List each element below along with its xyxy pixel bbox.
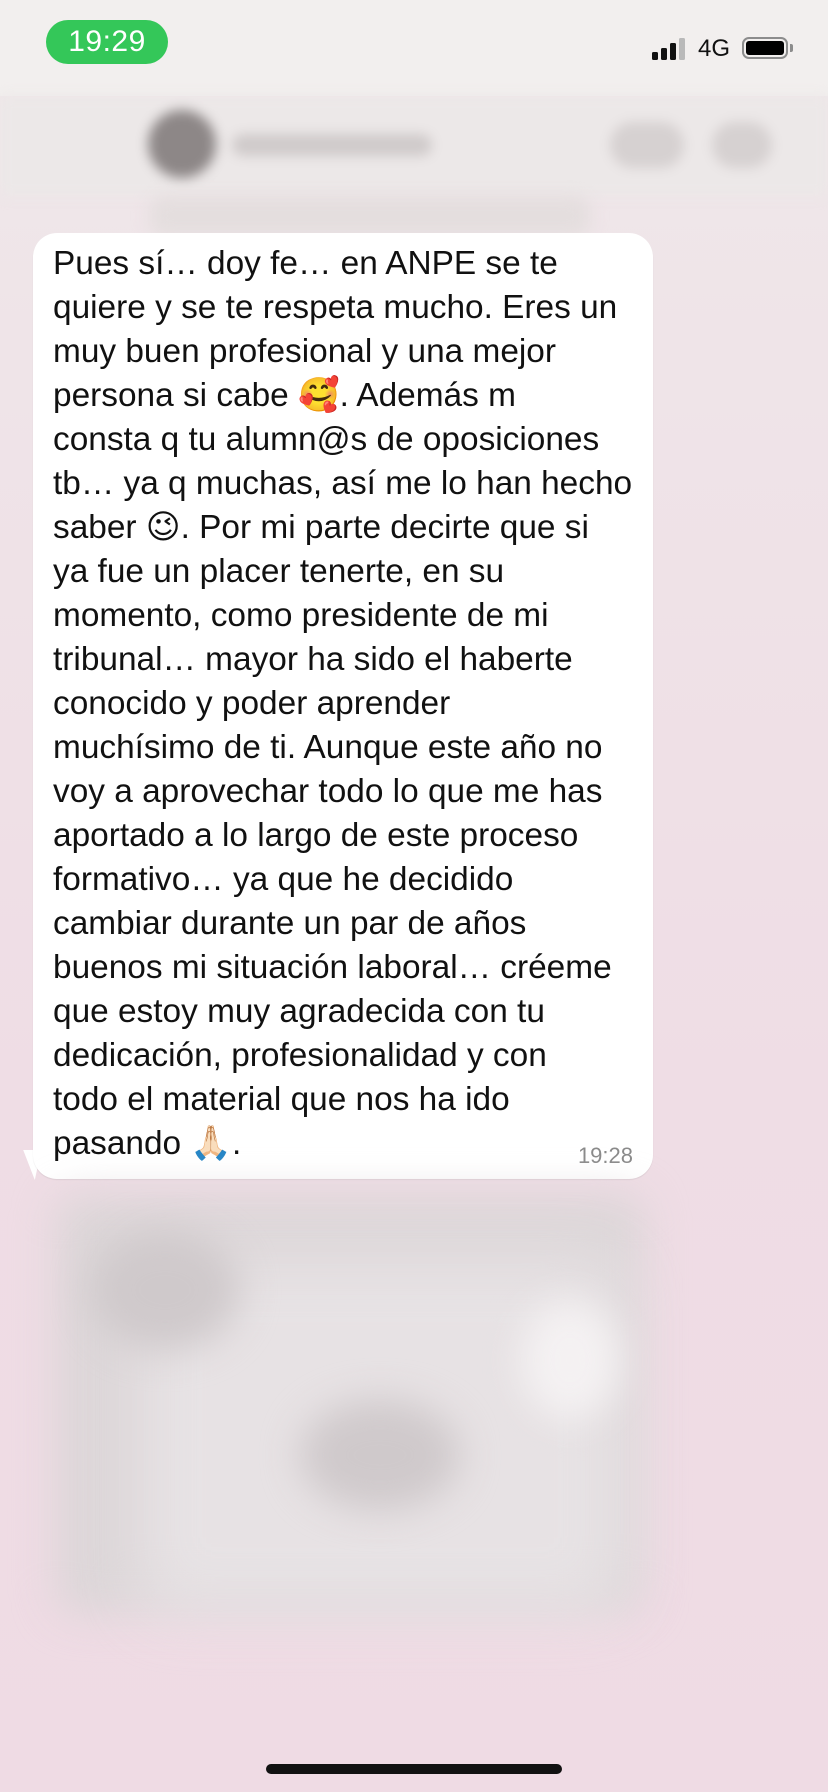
message-timestamp: 19:28 (577, 1143, 633, 1168)
avatar (148, 110, 216, 178)
previous-message-blurred (150, 196, 590, 236)
contact-name-redacted (232, 134, 432, 156)
chat-header-blurred (0, 96, 828, 196)
home-indicator[interactable] (266, 1764, 562, 1774)
network-type-label: 4G (698, 35, 731, 62)
status-bar: 19:29 4G (0, 0, 828, 96)
video-call-icon (610, 122, 684, 168)
battery-icon (742, 37, 794, 61)
blurred-shape (520, 1300, 620, 1420)
phone-call-icon (712, 122, 772, 168)
blurred-shape (300, 1400, 460, 1510)
status-time[interactable]: 19:29 (46, 20, 168, 64)
incoming-message-bubble[interactable]: Pues sí… doy fe… en ANPE se te quiere y … (33, 233, 653, 1179)
message-text: Pues sí… doy fe… en ANPE se te quiere y … (53, 245, 633, 1162)
cellular-signal-icon (652, 38, 690, 60)
blurred-shape (90, 1230, 240, 1350)
